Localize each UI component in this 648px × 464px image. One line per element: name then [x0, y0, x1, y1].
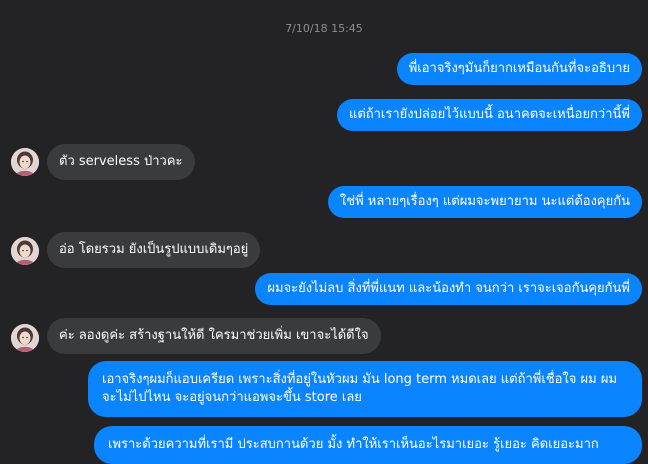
incoming-message[interactable]: ตัว serveless ป่าวคะ — [47, 144, 195, 180]
outgoing-message[interactable]: ใช่พี่ หลายๆเรื่องๆ แต่ผมจะพยายาม นะแต่ต… — [327, 186, 642, 218]
message-timestamp: 7/10/18 15:45 — [285, 22, 363, 35]
contact-avatar[interactable] — [11, 148, 39, 176]
outgoing-message[interactable]: แต่ถ้าเรายังปล่อยไว้แบบนี้ อนาคตจะเหนื่อ… — [336, 99, 642, 131]
incoming-message[interactable]: ค่ะ ลองดูค่ะ สร้างฐานให้ดี ใครมาช่วยเพิ่… — [47, 318, 381, 354]
outgoing-message[interactable]: เอาจริงๆผมก็แอบเครียด เพราะสิ่งที่อยู่ใน… — [88, 361, 642, 417]
outgoing-message[interactable]: เพราะด้วยความที่เรามี ประสบกานด้วย มั้ง … — [94, 426, 642, 464]
avatar-photo-icon — [11, 148, 39, 176]
outgoing-message[interactable]: พี่เอาจริงๆมันก็ยากเหมือนกันที่จะอธิบาย — [396, 53, 642, 85]
contact-avatar[interactable] — [11, 237, 39, 265]
avatar-photo-icon — [11, 324, 39, 352]
contact-avatar[interactable] — [11, 324, 39, 352]
incoming-message[interactable]: อ่อ โดยรวม ยังเป็นรูปแบบเดิมๆอยู่ — [47, 232, 261, 268]
outgoing-message[interactable]: ผมจะยังไม่ลบ สิ่งที่พี่แนท และน้องทำ จนก… — [255, 273, 642, 305]
avatar-photo-icon — [11, 237, 39, 265]
